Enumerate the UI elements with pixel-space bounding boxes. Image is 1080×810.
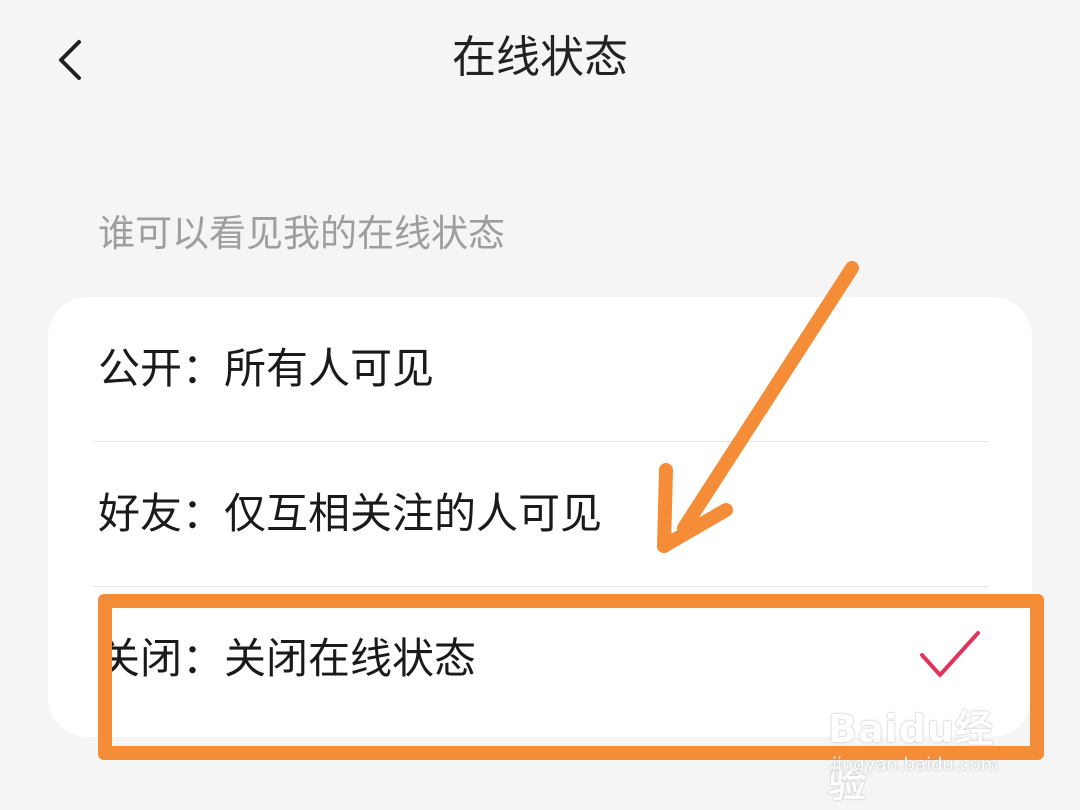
- annotation-arrow-icon: [657, 261, 859, 553]
- watermark-brand: Baidu经验: [828, 707, 994, 806]
- baidu-watermark: Baidu经验 jingyan.baidu.com: [828, 690, 1028, 806]
- watermark-url: jingyan.baidu.com: [832, 754, 999, 775]
